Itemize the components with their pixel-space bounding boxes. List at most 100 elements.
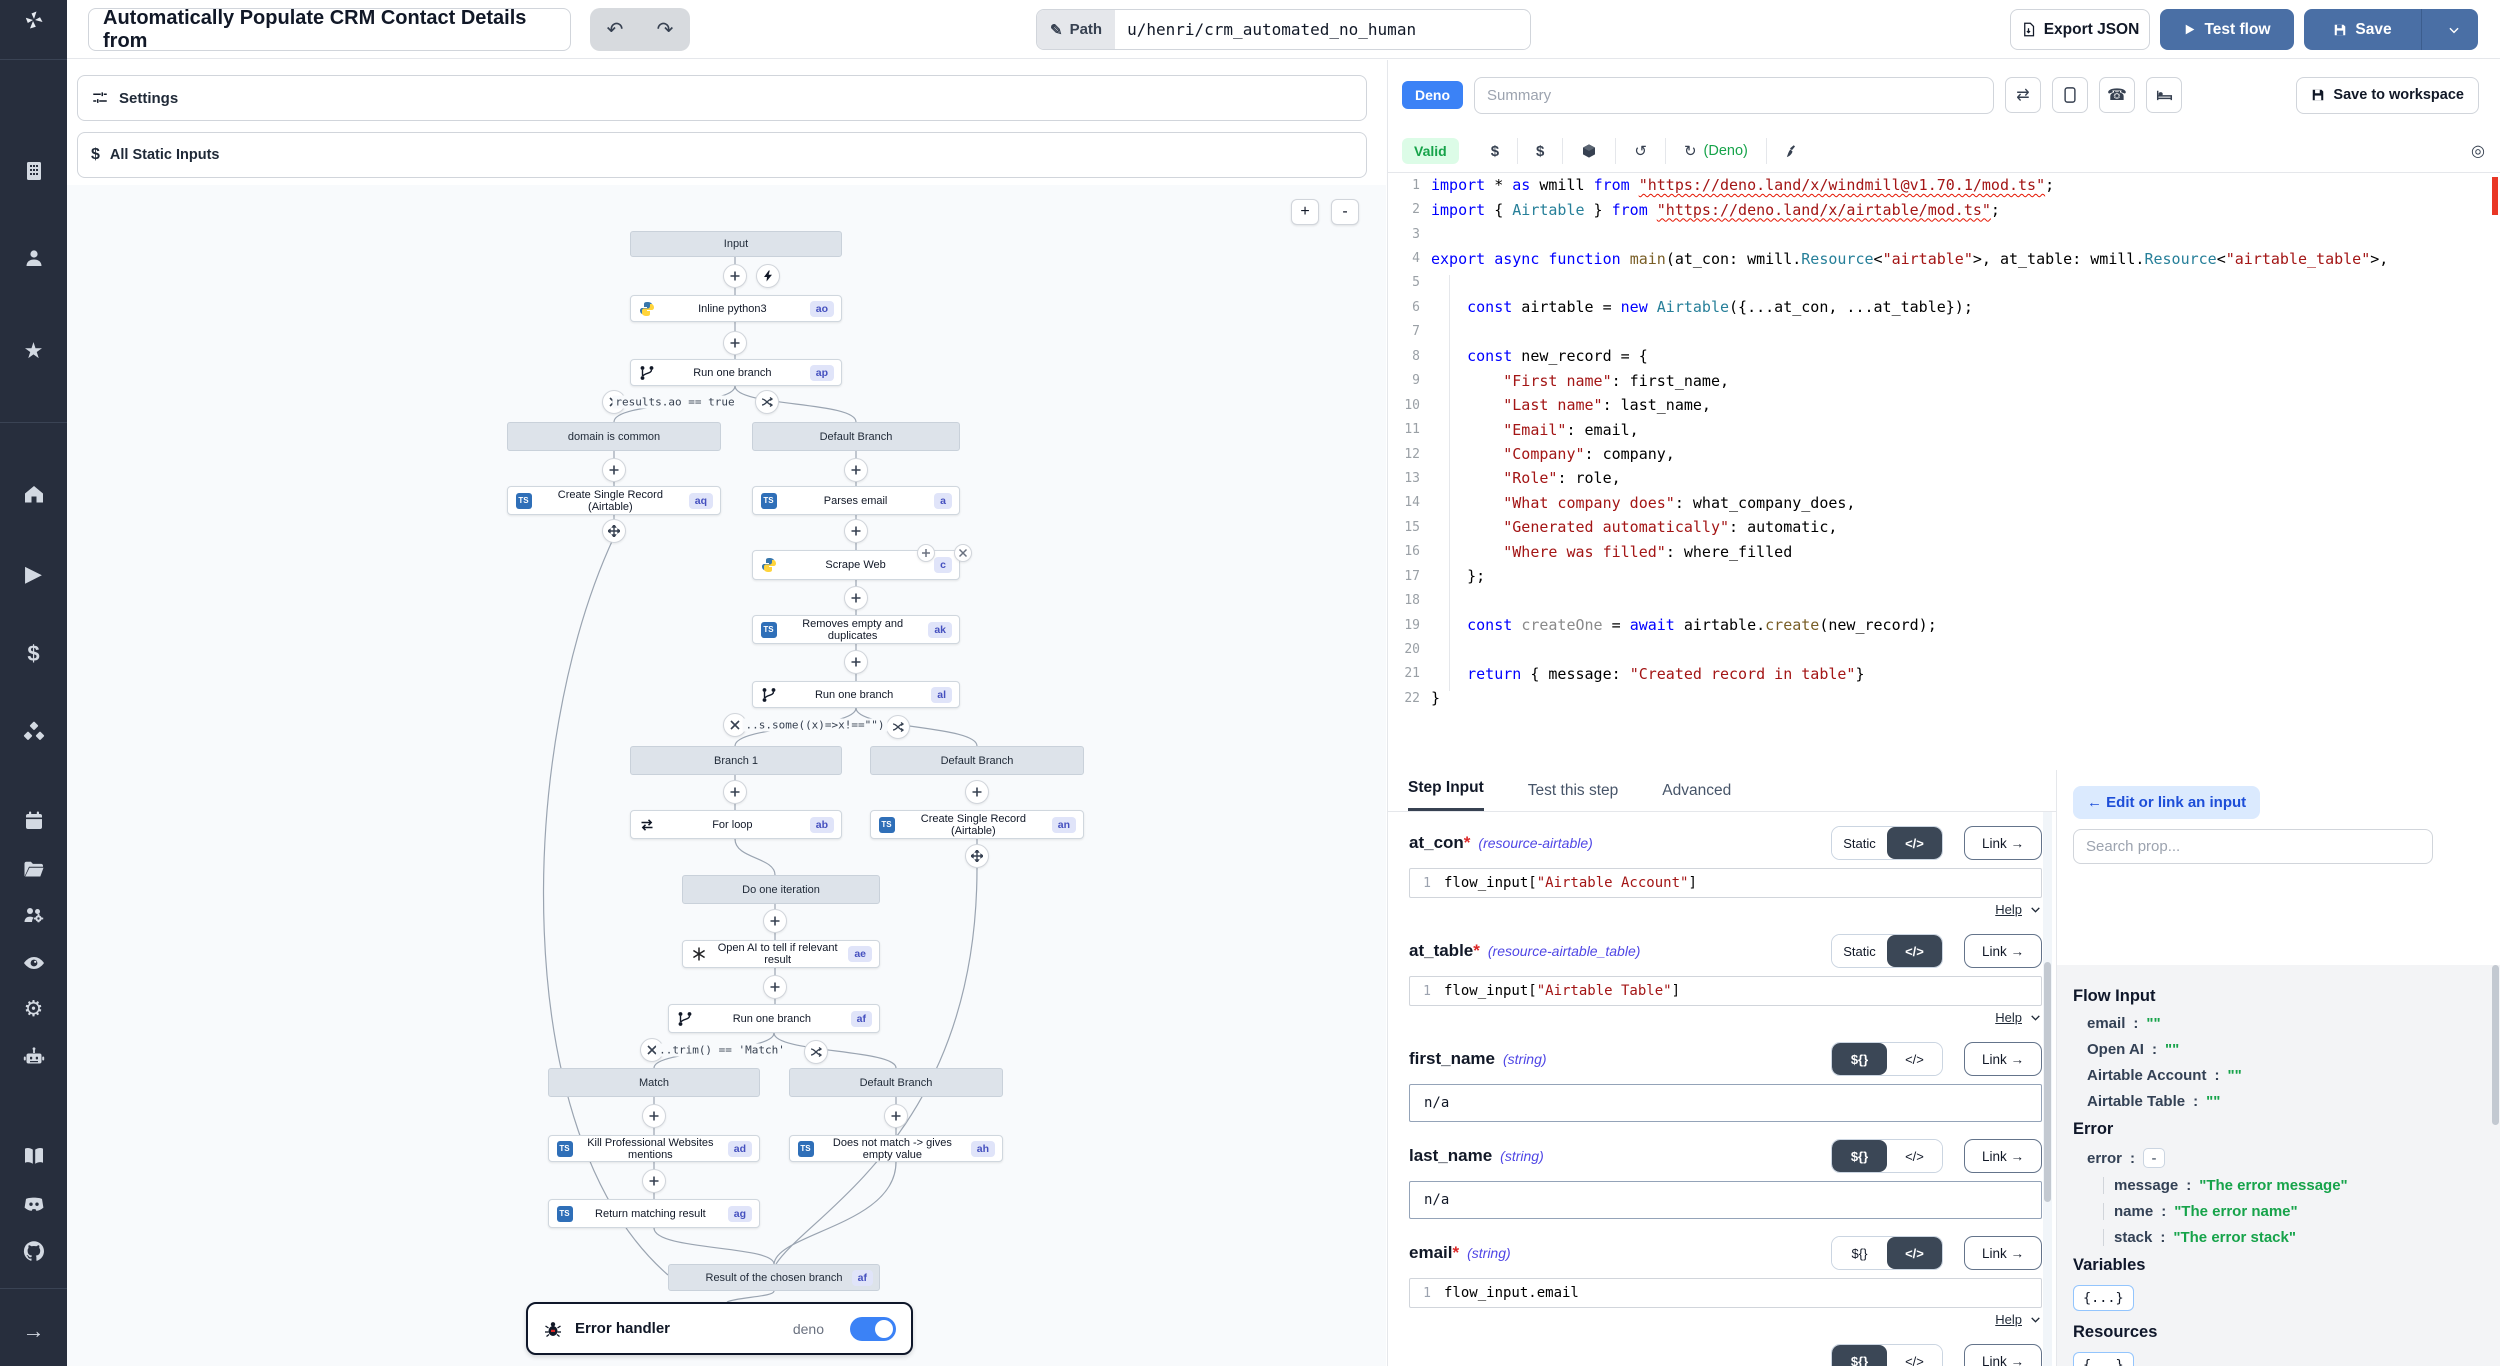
expression-editor[interactable]: 1flow_input["Airtable Account"]	[1409, 868, 2042, 898]
mode-javascript[interactable]: </>	[1887, 1345, 1942, 1366]
code-line[interactable]: 9 "First name": first_name,	[1388, 369, 2500, 393]
plus-connector-icon[interactable]	[917, 544, 935, 562]
mode-static[interactable]: ${}	[1832, 1237, 1887, 1269]
object-expand-button[interactable]: {...}	[2073, 1285, 2134, 1311]
flow-node-branch-1[interactable]: Branch 1	[630, 746, 842, 775]
plus-connector-icon[interactable]	[844, 586, 868, 610]
mode-static[interactable]: ${}	[1832, 1140, 1887, 1172]
x-connector-icon[interactable]	[954, 544, 972, 562]
flow-node-inline-python3[interactable]: Inline python3ao	[630, 295, 842, 322]
code-line[interactable]: 18	[1388, 588, 2500, 612]
plus-connector-icon[interactable]	[602, 458, 626, 482]
prop-email[interactable]: email:""	[2087, 1015, 2500, 1032]
variables-button[interactable]: $	[1518, 138, 1563, 164]
zoom-out-button[interactable]: -	[1331, 199, 1359, 225]
mode-static[interactable]: Static	[1832, 827, 1887, 859]
prop-open-ai[interactable]: Open AI:""	[2087, 1041, 2500, 1058]
code-line[interactable]: 12 "Company": company,	[1388, 442, 2500, 466]
code-line[interactable]: 8 const new_record = {	[1388, 344, 2500, 368]
path-value[interactable]: u/henri/crm_automated_no_human	[1115, 10, 1530, 49]
move-connector-icon[interactable]	[602, 519, 626, 543]
reload-language-button[interactable]: ↻(Deno)	[1666, 138, 1767, 164]
workspace-icon[interactable]	[0, 151, 67, 191]
undo-icon[interactable]: ↶	[607, 17, 624, 42]
link-button[interactable]: Link →	[1964, 1236, 2042, 1270]
code-line[interactable]: 17 };	[1388, 564, 2500, 588]
plus-connector-icon[interactable]	[723, 264, 747, 288]
prop-stack[interactable]: stack:"The error stack"	[2103, 1229, 2500, 1246]
flow-node-input[interactable]: Input	[630, 231, 842, 257]
runs-icon[interactable]: ▶	[0, 554, 67, 594]
plus-connector-icon[interactable]	[844, 519, 868, 543]
code-line[interactable]: 4export async function main(at_con: wmil…	[1388, 246, 2500, 270]
flow-node-does-not-match-gives-empty-value[interactable]: TSDoes not match -> gives empty valueah	[789, 1135, 1003, 1162]
collapse-arrow-icon[interactable]: →	[0, 1311, 67, 1351]
tab-advanced[interactable]: Advanced	[1662, 782, 1731, 811]
link-button[interactable]: Link →	[1964, 1139, 2042, 1173]
zoom-in-button[interactable]: +	[1291, 199, 1319, 225]
prop-message[interactable]: message:"The error message"	[2103, 1177, 2500, 1194]
code-line[interactable]: 11 "Email": email,	[1388, 417, 2500, 441]
flow-node-create-single-record-airtable[interactable]: TSCreate Single Record (Airtable)an	[870, 810, 1084, 839]
settings-gear-icon[interactable]: ⚙	[0, 989, 67, 1029]
link-button[interactable]: Link →	[1964, 826, 2042, 860]
expression-editor[interactable]: 1flow_input.email	[1409, 1278, 2042, 1308]
code-line[interactable]: 22}	[1388, 686, 2500, 710]
plus-connector-icon[interactable]	[965, 780, 989, 804]
workers-robot-icon[interactable]	[0, 1037, 67, 1077]
groups-icon[interactable]	[0, 895, 67, 935]
code-line[interactable]: 20	[1388, 637, 2500, 661]
schedules-calendar-icon[interactable]	[0, 801, 67, 841]
flow-node-do-one-iteration[interactable]: Do one iteration	[682, 875, 880, 904]
save-button[interactable]: Save	[2304, 9, 2422, 50]
docs-book-icon[interactable]	[0, 1136, 67, 1176]
bench-button[interactable]	[2146, 77, 2182, 113]
export-json-button[interactable]: Export JSON	[2010, 9, 2150, 50]
audit-eye-icon[interactable]	[0, 943, 67, 983]
plus-connector-icon[interactable]	[844, 650, 868, 674]
input-mode-toggle[interactable]: Static</>	[1831, 826, 1943, 860]
code-line[interactable]: 15 "Generated automatically": automatic,	[1388, 515, 2500, 539]
package-button[interactable]	[1563, 138, 1616, 164]
mode-javascript[interactable]: </>	[1887, 935, 1942, 967]
shuffle-connector-icon[interactable]	[886, 715, 910, 739]
prop-airtable-table[interactable]: Airtable Table:""	[2087, 1093, 2500, 1110]
code-line[interactable]: 3	[1388, 222, 2500, 246]
mode-static[interactable]: ${}	[1832, 1345, 1887, 1366]
mode-javascript[interactable]: </>	[1887, 1237, 1942, 1269]
flow-node-open-ai-to-tell-if-relevant-result[interactable]: Open AI to tell if relevant resultae	[682, 940, 880, 968]
flow-title-input[interactable]: Automatically Populate CRM Contact Detai…	[88, 8, 571, 51]
plus-connector-icon[interactable]	[723, 331, 747, 355]
save-dropdown-button[interactable]	[2430, 9, 2478, 50]
flow-node-run-one-branch[interactable]: Run one branchal	[752, 681, 960, 708]
mobile-button[interactable]	[2052, 77, 2088, 113]
favorites-star-icon[interactable]: ★	[0, 331, 67, 371]
save-to-workspace-button[interactable]: Save to workspace	[2296, 77, 2479, 114]
input-mode-toggle[interactable]: ${}</>	[1831, 1344, 1943, 1366]
flow-settings-row[interactable]: Settings	[77, 75, 1367, 121]
prop-panel-scrollbar[interactable]	[2492, 965, 2499, 1125]
code-line[interactable]: 19 const createOne = await airtable.crea…	[1388, 613, 2500, 637]
step-panel-scrollbar[interactable]	[2043, 812, 2052, 1366]
resources-icon[interactable]	[0, 712, 67, 752]
code-line[interactable]: 21 return { message: "Created record in …	[1388, 662, 2500, 686]
mode-static[interactable]: ${}	[1832, 1043, 1887, 1075]
edit-or-link-button[interactable]: ← Edit or link an input	[2073, 786, 2260, 819]
flow-node-removes-empty-and-duplicates[interactable]: TSRemoves empty and duplicatesak	[752, 615, 960, 644]
format-button[interactable]	[1767, 138, 1818, 164]
code-line[interactable]: 10 "Last name": last_name,	[1388, 393, 2500, 417]
help-toggle[interactable]: Help	[1409, 1312, 2042, 1327]
assets-button[interactable]: $	[1473, 138, 1518, 164]
home-icon[interactable]	[0, 474, 67, 514]
input-mode-toggle[interactable]: Static</>	[1831, 934, 1943, 968]
code-line[interactable]: 1import * as wmill from "https://deno.la…	[1388, 173, 2500, 197]
prop-airtable-account[interactable]: Airtable Account:""	[2087, 1067, 2500, 1084]
discord-icon[interactable]	[0, 1184, 67, 1224]
flow-node-run-one-branch[interactable]: Run one branchaf	[668, 1004, 880, 1033]
plus-connector-icon[interactable]	[723, 780, 747, 804]
variables-icon[interactable]: $	[0, 634, 67, 674]
flow-graph-canvas[interactable]: InputInline python3aoRun one branchapdom…	[67, 185, 1386, 1366]
error-handler-toggle[interactable]	[850, 1317, 896, 1341]
sync-button[interactable]: ⇄	[2005, 77, 2041, 113]
mode-static[interactable]: Static	[1832, 935, 1887, 967]
